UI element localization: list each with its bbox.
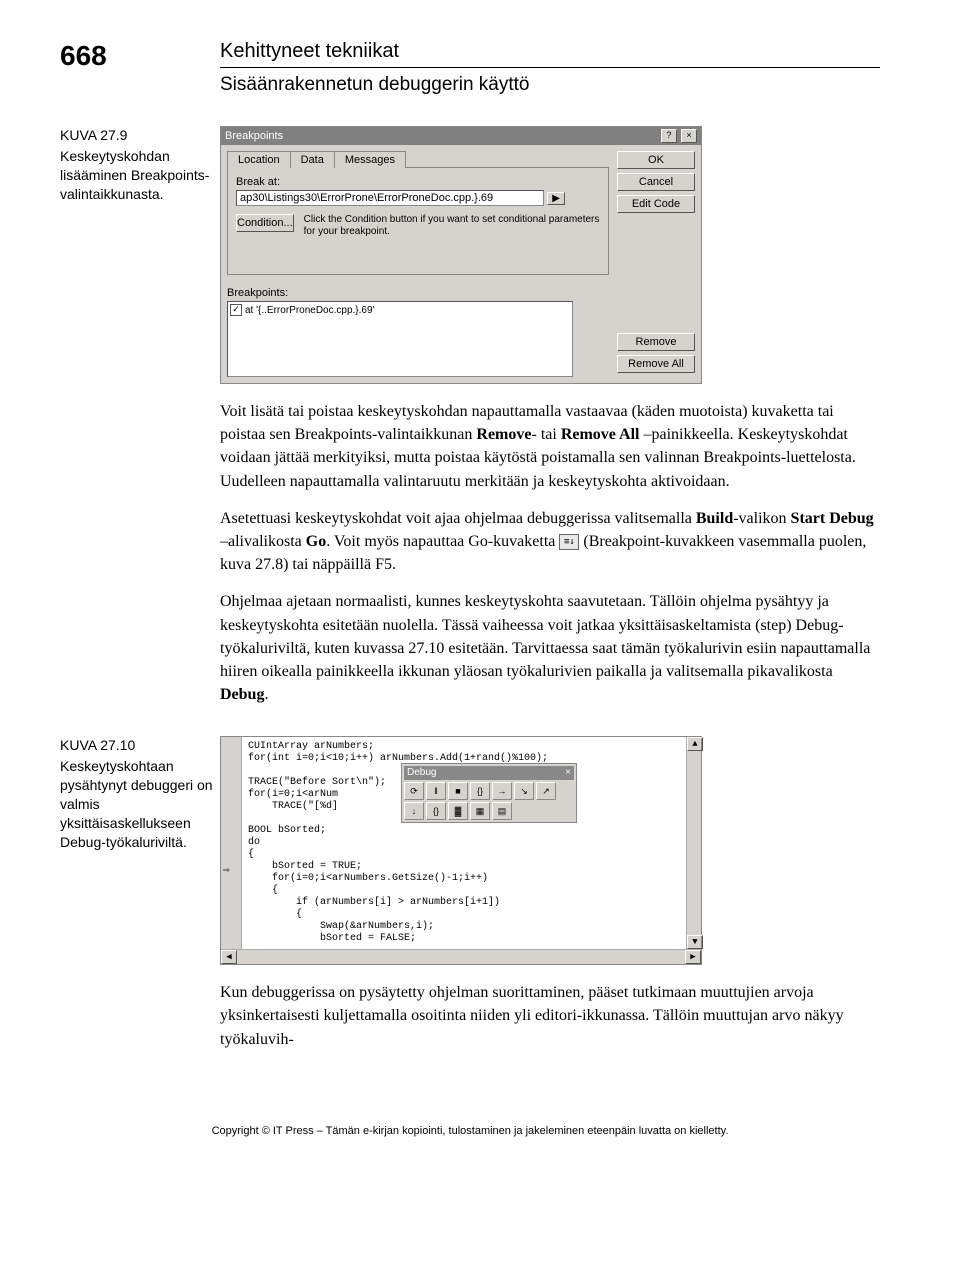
figure1-sidebar: KUVA 27.9 Keskeytyskohdan lisääminen Bre… — [60, 126, 220, 204]
ok-button[interactable]: OK — [617, 151, 695, 169]
breakpoint-checkbox[interactable]: ✓ — [230, 304, 242, 316]
dialog-title: Breakpoints — [225, 130, 283, 142]
tab-location[interactable]: Location — [227, 151, 291, 168]
debug-step-over-icon[interactable]: ↓ — [404, 802, 424, 820]
figure2-main: ⇨ CUIntArray arNumbers; for(int i=0;i<10… — [220, 736, 880, 965]
figure2-sidebar: KUVA 27.10 Keskeytyskohtaan pysähtynyt d… — [60, 736, 220, 851]
paragraph-2: Asetettuasi keskeytyskohdat voit ajaa oh… — [220, 507, 880, 577]
debug-toolbar-title: Debug × — [404, 766, 574, 780]
header-titles: Kehittyneet tekniikat Sisäänrakennetun d… — [220, 40, 880, 106]
paragraph-1: Voit lisätä tai poistaa keskeytyskohdan … — [220, 400, 880, 493]
figure1-label: KUVA 27.9 — [60, 126, 220, 145]
breakpoints-buttons: Remove Remove All — [617, 287, 695, 377]
figure2-row: KUVA 27.10 Keskeytyskohtaan pysähtynyt d… — [60, 736, 880, 965]
dialog-titlebar: Breakpoints ? × — [221, 127, 701, 145]
close-button[interactable]: × — [681, 129, 697, 143]
body-main: Voit lisätä tai poistaa keskeytyskohdan … — [220, 400, 880, 720]
scroll-right-icon[interactable]: ▶ — [685, 950, 701, 964]
break-at-input[interactable]: ap30\Listings30\ErrorProne\ErrorProneDoc… — [236, 190, 544, 206]
condition-hint: Click the Condition button if you want t… — [304, 214, 600, 238]
breakpoints-listbox[interactable]: ✓ at '{..ErrorProneDoc.cpp.}.69' — [227, 301, 573, 377]
break-at-label: Break at: — [236, 176, 600, 188]
debug-toolbar-icons: ⟳ ‖ ■ {} → ↘ ↗ ↓ {} ▓ ▦ ▤ — [404, 782, 574, 820]
debug-window2-icon[interactable]: ▦ — [470, 802, 490, 820]
paragraph-3: Ohjelmaa ajetaan normaalisti, kunnes kes… — [220, 590, 880, 706]
tabs-row: Location Data Messages Break at: ap30\Li… — [227, 151, 695, 275]
page: 668 Kehittyneet tekniikat Sisäänrakennet… — [0, 0, 960, 1177]
section-rule — [220, 67, 880, 68]
edit-code-button[interactable]: Edit Code — [617, 195, 695, 213]
header: 668 Kehittyneet tekniikat Sisäänrakennet… — [60, 40, 880, 106]
footer-copyright: Copyright © IT Press – Tämän e-kirjan ko… — [60, 1125, 880, 1137]
toolbar-close-icon[interactable]: × — [565, 767, 571, 779]
body-row-2: Kun debuggerissa on pysäytetty ohjelman … — [60, 981, 880, 1065]
figure2-caption: Keskeytyskohtaan pysähtynyt debuggeri on… — [60, 757, 220, 851]
scroll-left-icon[interactable]: ◀ — [221, 950, 237, 964]
tabs: Location Data Messages — [227, 151, 609, 168]
debug-pause-icon[interactable]: ‖ — [426, 782, 446, 800]
title-buttons: ? × — [660, 129, 697, 143]
breakpoints-label: Breakpoints: — [227, 287, 573, 299]
condition-button[interactable]: Condition... — [236, 214, 294, 232]
tab-messages[interactable]: Messages — [334, 151, 406, 168]
figure1-row: KUVA 27.9 Keskeytyskohdan lisääminen Bre… — [60, 126, 880, 384]
remove-button[interactable]: Remove — [617, 333, 695, 351]
breakpoint-item-text: at '{..ErrorProneDoc.cpp.}.69' — [245, 305, 374, 316]
right-buttons: OK Cancel Edit Code — [617, 151, 695, 217]
breakpoints-left: Breakpoints: ✓ at '{..ErrorProneDoc.cpp.… — [227, 287, 573, 377]
debug-toolbar[interactable]: Debug × ⟳ ‖ ■ {} → ↘ ↗ ↓ {} ▓ ▦ — [401, 763, 577, 823]
help-button[interactable]: ? — [661, 129, 677, 143]
dialog-body: Location Data Messages Break at: ap30\Li… — [221, 145, 701, 281]
debug-braces-icon[interactable]: {} — [470, 782, 490, 800]
debug-step-into-icon[interactable]: ↘ — [514, 782, 534, 800]
remove-all-button[interactable]: Remove All — [617, 355, 695, 373]
debug-stop-icon[interactable]: ■ — [448, 782, 468, 800]
breakpoint-item[interactable]: ✓ at '{..ErrorProneDoc.cpp.}.69' — [230, 304, 570, 316]
page-number: 668 — [60, 40, 220, 72]
breakpoints-dialog: Breakpoints ? × Location Data Messages — [220, 126, 702, 384]
code-editor: ⇨ CUIntArray arNumbers; for(int i=0;i<10… — [220, 736, 702, 965]
condition-row: Condition... Click the Condition button … — [236, 214, 600, 238]
debug-window1-icon[interactable]: ▓ — [448, 802, 468, 820]
scroll-up-icon[interactable]: ▲ — [687, 737, 703, 751]
debug-restart-icon[interactable]: ⟳ — [404, 782, 424, 800]
subsection-title: Sisäänrakennetun debuggerin käyttö — [220, 74, 880, 96]
debug-run-to-icon[interactable]: {} — [426, 802, 446, 820]
cancel-button[interactable]: Cancel — [617, 173, 695, 191]
scroll-down-icon[interactable]: ▼ — [687, 935, 703, 949]
go-icon: ≡↓ — [559, 534, 579, 550]
vertical-scrollbar[interactable]: ▲ ▼ — [686, 737, 701, 949]
figure2-label: KUVA 27.10 — [60, 736, 220, 755]
paragraph-4: Kun debuggerissa on pysäytetty ohjelman … — [220, 981, 880, 1051]
execution-arrow-icon: ⇨ — [223, 865, 230, 878]
figure1-main: Breakpoints ? × Location Data Messages — [220, 126, 880, 384]
debug-step-out-icon[interactable]: ↗ — [536, 782, 556, 800]
breakpoints-list-section: Breakpoints: ✓ at '{..ErrorProneDoc.cpp.… — [221, 281, 701, 383]
horizontal-scrollbar[interactable]: ◀ ▶ — [221, 949, 701, 964]
body-row: Voit lisätä tai poistaa keskeytyskohdan … — [60, 400, 880, 720]
break-at-menu-button[interactable]: ▶ — [547, 192, 565, 205]
body-main-2: Kun debuggerissa on pysäytetty ohjelman … — [220, 981, 880, 1065]
code-gutter: ⇨ — [221, 737, 242, 949]
debug-step-icon[interactable]: → — [492, 782, 512, 800]
debug-window3-icon[interactable]: ▤ — [492, 802, 512, 820]
tab-data[interactable]: Data — [290, 151, 335, 168]
tab-panel: Break at: ap30\Listings30\ErrorProne\Err… — [227, 167, 609, 275]
figure1-caption: Keskeytyskohdan lisääminen Breakpoints-v… — [60, 147, 220, 204]
section-title: Kehittyneet tekniikat — [220, 40, 880, 63]
